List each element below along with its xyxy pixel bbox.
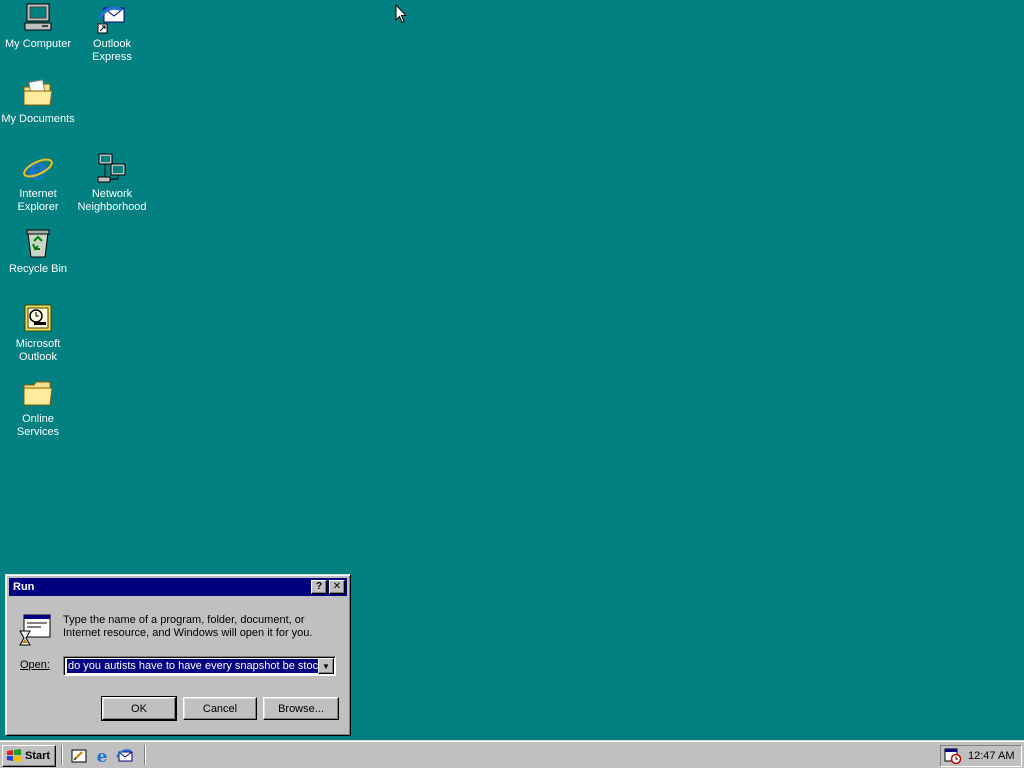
outlook-clock-icon xyxy=(22,302,54,334)
desktop-icon-my-documents[interactable]: My Documents xyxy=(0,77,76,126)
svg-text:e: e xyxy=(97,747,108,765)
open-combobox[interactable]: do you autists have to have every snapsh… xyxy=(63,656,336,676)
quicklaunch-show-desktop[interactable] xyxy=(70,747,88,765)
icon-label: Recycle Bin xyxy=(8,263,68,275)
close-button[interactable]: ✕ xyxy=(329,580,345,594)
desktop-icon-recycle-bin[interactable]: Recycle Bin xyxy=(0,227,76,276)
desktop-icon-outlook-express[interactable]: Outlook Express xyxy=(74,2,150,64)
icon-label-line-1: Internet xyxy=(19,188,57,200)
help-button[interactable]: ? xyxy=(311,580,327,594)
folder-documents-icon xyxy=(22,77,54,109)
desktop-icon-network-neighborhood[interactable]: Network Neighborhood xyxy=(74,152,150,214)
cancel-button[interactable]: Cancel xyxy=(183,697,257,720)
recycle-bin-icon xyxy=(22,227,54,259)
ok-button[interactable]: OK xyxy=(101,696,177,721)
icon-label-line-1: Outlook xyxy=(93,38,131,50)
internet-explorer-icon: e xyxy=(22,152,54,187)
clock[interactable]: 12:47 AM xyxy=(968,750,1014,762)
help-icon: ? xyxy=(315,581,323,592)
run-description: Type the name of a program, folder, docu… xyxy=(63,614,313,639)
run-dialog-titlebar[interactable]: Run ? ✕ xyxy=(9,578,347,596)
quicklaunch-internet-explorer[interactable]: e xyxy=(93,747,111,767)
taskbar: Start e 12:47 AM xyxy=(0,740,1024,768)
windows-logo-icon xyxy=(7,749,21,762)
desktop-icon-microsoft-outlook[interactable]: Microsoft Outlook xyxy=(0,302,76,364)
desktop-icon-online-services[interactable]: Online Services xyxy=(0,377,76,439)
computer-icon xyxy=(22,2,54,34)
desktop-icon-internet-explorer[interactable]: e Internet Explorer xyxy=(0,152,76,214)
chevron-down-icon: ▼ xyxy=(322,661,330,671)
scheduler-icon[interactable] xyxy=(944,747,962,765)
run-dialog: Run ? ✕ Type the name of a program, fold… xyxy=(5,574,351,736)
internet-explorer-icon: e xyxy=(97,747,108,767)
browse-button[interactable]: Browse... xyxy=(263,697,339,720)
icon-label-line-2: Explorer xyxy=(17,201,59,213)
outlook-express-icon xyxy=(96,2,128,34)
outlook-express-icon xyxy=(116,749,133,762)
close-icon: ✕ xyxy=(332,581,342,592)
browse-label: Browse... xyxy=(278,702,324,715)
svg-text:e: e xyxy=(28,152,47,184)
show-desktop-icon xyxy=(71,749,87,763)
start-button[interactable]: Start xyxy=(2,745,56,767)
mouse-cursor-icon xyxy=(395,4,407,24)
system-tray: 12:47 AM xyxy=(940,745,1022,767)
quicklaunch-outlook-express[interactable] xyxy=(116,747,134,765)
taskbar-separator xyxy=(61,745,63,765)
open-input[interactable]: do you autists have to have every snapsh… xyxy=(67,659,325,673)
start-label: Start xyxy=(25,750,51,762)
folder-icon xyxy=(22,377,54,409)
open-label: Open: xyxy=(20,659,50,671)
icon-label-line-1: Microsoft xyxy=(15,338,61,350)
ok-label: OK xyxy=(131,702,147,715)
icon-label-line-1: Network xyxy=(91,188,133,200)
icon-label-line-2: Express xyxy=(92,51,132,63)
cancel-label: Cancel xyxy=(202,702,238,715)
icon-label: My Computer xyxy=(4,38,72,50)
taskbar-separator xyxy=(144,745,146,765)
dropdown-button[interactable]: ▼ xyxy=(318,658,334,674)
network-icon xyxy=(96,152,128,184)
icon-label-line-2: Outlook xyxy=(19,351,57,363)
icon-label-line-2: Services xyxy=(16,426,60,438)
icon-label: My Documents xyxy=(1,113,75,125)
icon-label-line-2: Neighborhood xyxy=(77,201,147,213)
run-program-icon xyxy=(18,613,52,650)
icon-label-line-1: Online xyxy=(22,413,54,425)
run-dialog-title: Run xyxy=(13,581,35,593)
desktop-icon-my-computer[interactable]: My Computer xyxy=(0,2,76,51)
